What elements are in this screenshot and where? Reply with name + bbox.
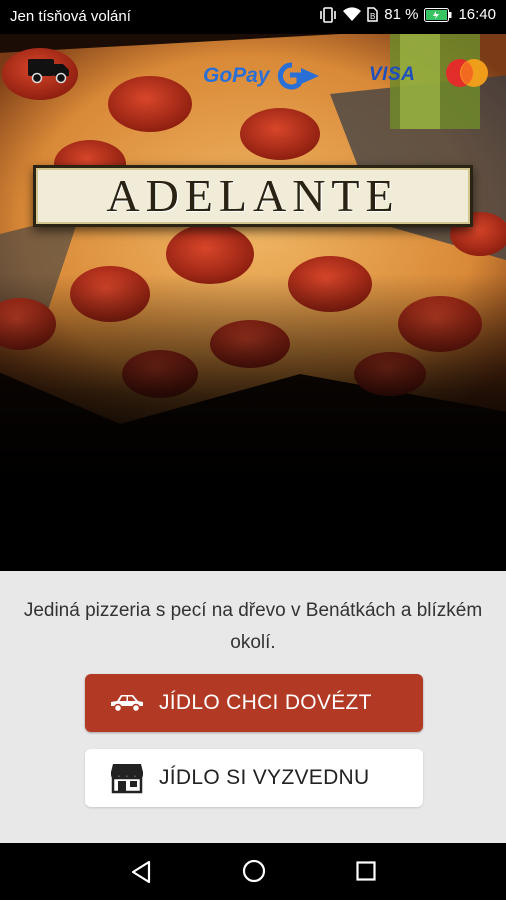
gopay-logo: GoPay [203,62,322,90]
clock: 16:40 [458,6,496,23]
pickup-button[interactable]: JÍDLO SI VYZVEDNU [85,749,423,807]
delivery-button-label: JÍDLO CHCI DOVÉZT [159,691,372,714]
logo-text: ADELANTE [106,170,400,221]
carrier-text: Jen tísňová volání [10,8,131,25]
pickup-button-label: JÍDLO SI VYZVEDNU [159,766,370,789]
status-icons: B 81 % 16:40 [319,6,496,23]
hero-gradient [0,274,506,571]
hero-banner: GoPay VISA ADELANTE [0,34,506,571]
car-icon [107,693,147,713]
order-panel: Jediná pizzeria s pecí na dřevo v Benátk… [0,571,506,843]
header-icons: GoPay VISA [0,34,506,114]
battery-percent: 81 % [384,6,419,23]
system-navigation-bar [0,843,506,900]
status-bar: Jen tísňová volání B 81 % 16:40 [0,0,506,34]
truck-icon [28,56,70,89]
vibrate-icon [319,6,337,23]
back-icon[interactable] [130,860,152,889]
restaurant-logo: ADELANTE [33,165,473,227]
gopay-label: GoPay [203,64,270,87]
recent-apps-icon[interactable] [356,861,376,886]
sim-icon: B [367,7,378,22]
wifi-icon [343,7,362,22]
mastercard-logo [443,57,491,89]
delivery-button[interactable]: JÍDLO CHCI DOVÉZT [85,674,423,732]
visa-logo: VISA [369,64,416,85]
tagline: Jediná pizzeria s pecí na dřevo v Benátk… [23,600,483,653]
battery-icon [424,7,452,22]
home-icon[interactable] [242,859,266,888]
shop-icon [107,762,147,794]
svg-text:B: B [370,12,375,21]
